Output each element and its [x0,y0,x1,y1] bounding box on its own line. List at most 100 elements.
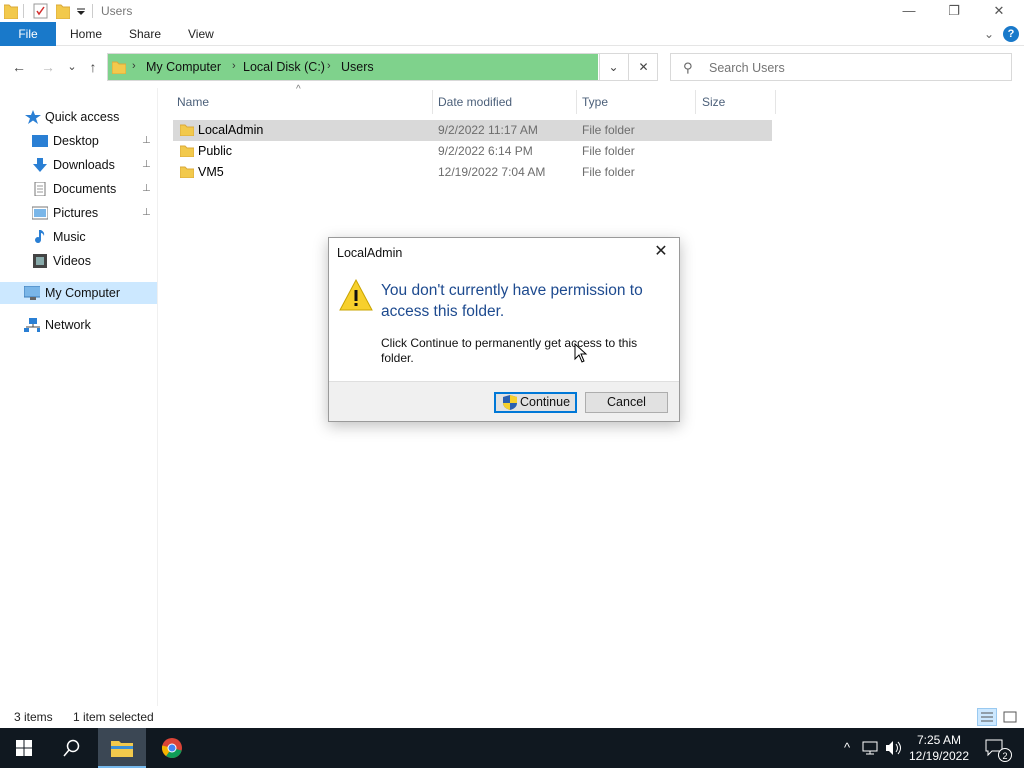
network-status-icon [862,741,878,755]
windows-logo-icon [16,740,32,756]
large-icons-view-button[interactable] [1000,708,1020,726]
dialog-headline: You don't currently have permission to a… [381,282,643,320]
sidebar-item-label: My Computer [45,286,121,300]
table-row[interactable]: Public 9/2/2022 6:14 PM File folder [173,141,772,162]
address-bar[interactable]: › My Computer › Local Disk (C:) › Users … [107,53,658,81]
folder-icon[interactable] [4,3,18,19]
breadcrumb-separator[interactable]: › [232,60,236,72]
sidebar-item-quick-access[interactable]: Quick access [0,106,157,128]
column-separator[interactable] [576,90,577,114]
pane-divider[interactable] [157,88,158,706]
file-type: File folder [582,165,635,179]
search-taskbar-button[interactable] [48,728,96,768]
dialog-title: LocalAdmin [337,246,403,260]
desktop-icon [32,135,48,147]
tab-share[interactable]: Share [129,22,161,46]
file-explorer-icon [111,741,133,757]
cancel-button[interactable]: Cancel [585,392,668,413]
window-title: Users [101,4,133,18]
network-tray-icon[interactable] [860,728,882,768]
search-box[interactable]: ⚲ [670,53,1012,81]
sidebar-item-label: Quick access [45,110,120,124]
table-row[interactable]: LocalAdmin 9/2/2022 11:17 AM File folder [173,120,772,141]
sidebar-item-downloads[interactable]: Downloads ⊥ [0,154,157,176]
taskbar-clock[interactable]: 7:25 AM 12/19/2022 [906,732,972,764]
table-row[interactable]: VM5 12/19/2022 7:04 AM File folder [173,162,772,183]
column-header-name[interactable]: Name [177,92,209,112]
continue-button-label: Continue [520,395,571,409]
tab-view[interactable]: View [188,22,214,46]
folder-icon [112,61,126,74]
address-dropdown-icon[interactable]: ⌄ [599,54,627,80]
file-date-modified: 12/19/2022 7:04 AM [438,165,546,179]
clock-time: 7:25 AM [916,733,962,747]
sidebar-item-videos[interactable]: Videos [0,250,157,272]
new-folder-icon[interactable] [56,3,70,19]
sort-ascending-icon: ^ [296,84,301,95]
search-input[interactable] [709,59,999,77]
pictures-icon [32,206,48,220]
minimize-button[interactable]: — [886,0,932,22]
breadcrumb-separator[interactable]: › [327,60,331,72]
column-header-size[interactable]: Size [702,92,725,112]
close-button[interactable]: ✕ [976,0,1022,22]
music-icon [35,230,45,244]
videos-icon [33,254,47,268]
file-name: LocalAdmin [198,123,264,137]
tab-file[interactable]: File [0,22,56,46]
column-header-type[interactable]: Type [582,92,608,112]
divider [23,4,24,18]
sidebar-item-label: Videos [53,254,91,268]
breadcrumb-separator[interactable]: › [132,60,136,72]
sidebar-item-my-computer[interactable]: My Computer [0,282,157,304]
breadcrumb-my-computer[interactable]: My Computer [146,60,221,74]
action-center-button[interactable]: 2 [978,728,1014,768]
show-hidden-icons-button[interactable]: ^ [838,728,856,768]
sidebar-item-label: Desktop [53,134,99,148]
help-icon[interactable]: ? [1003,26,1019,42]
sidebar-item-network[interactable]: Network [0,314,157,336]
properties-icon[interactable] [33,3,49,19]
file-date-modified: 9/2/2022 6:14 PM [438,144,533,158]
breadcrumb-local-disk[interactable]: Local Disk (C:) [243,60,325,74]
start-button[interactable] [0,728,48,768]
network-icon [24,318,40,332]
restore-button[interactable]: ❐ [931,0,977,22]
computer-icon [24,286,40,300]
file-explorer-taskbar-button[interactable] [98,728,146,768]
dialog-close-button[interactable]: ✕ [647,241,675,263]
sidebar-item-documents[interactable]: Documents ⊥ [0,178,157,200]
ribbon: File Home Share View ⌄ ? [0,22,1024,46]
column-separator[interactable] [695,90,696,114]
continue-button[interactable]: Continue [494,392,577,413]
sidebar-item-desktop[interactable]: Desktop ⊥ [0,130,157,152]
volume-tray-icon[interactable] [884,728,904,768]
column-header-date-modified[interactable]: Date modified [438,92,512,112]
forward-button[interactable]: → [38,58,58,76]
download-icon [33,158,47,172]
clear-address-icon[interactable]: ✕ [628,54,658,80]
sidebar-item-pictures[interactable]: Pictures ⊥ [0,202,157,224]
sidebar-item-music[interactable]: Music [0,226,157,248]
warning-icon [339,279,373,311]
file-name: VM5 [198,165,224,179]
back-button[interactable]: ← [9,58,29,76]
ribbon-expand-icon[interactable]: ⌄ [984,22,994,46]
mouse-cursor-icon [574,343,588,363]
details-view-button[interactable] [977,708,997,726]
breadcrumb-users[interactable]: Users [341,60,374,74]
pin-icon: ⊥ [142,159,151,170]
recent-locations-button[interactable]: ⌄ [62,58,82,76]
file-type: File folder [582,144,635,158]
folder-icon [180,124,194,136]
sidebar-item-label: Music [53,230,86,244]
pin-icon: ⊥ [142,135,151,146]
title-bar: Users — ❐ ✕ [0,0,1024,22]
dialog-message: Click Continue to permanently get access… [381,336,638,365]
divider [92,4,93,18]
column-separator[interactable] [775,90,776,114]
chrome-taskbar-button[interactable] [148,728,196,768]
column-separator[interactable] [432,90,433,114]
tab-home[interactable]: Home [70,22,102,46]
up-button[interactable]: ↑ [83,58,103,76]
